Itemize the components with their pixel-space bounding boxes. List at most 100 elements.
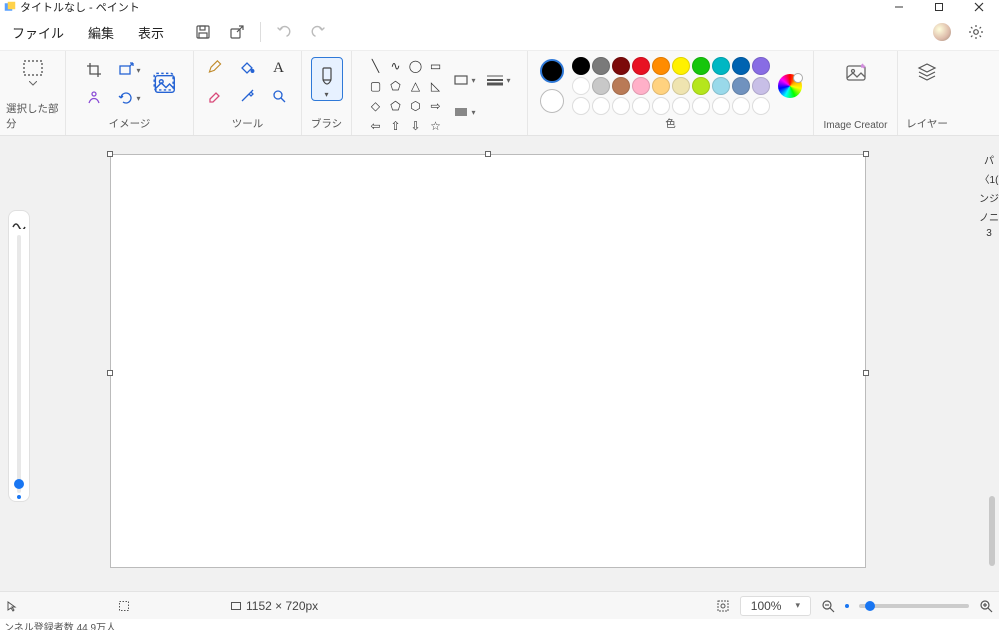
- color-swatch[interactable]: [732, 77, 750, 95]
- color-swatch-empty[interactable]: [572, 97, 590, 115]
- shape-arrow-down[interactable]: ⇩: [407, 117, 425, 135]
- shape-roundrect[interactable]: ▢: [367, 77, 385, 95]
- vertical-scrollbar[interactable]: [985, 146, 997, 581]
- shape-hexagon[interactable]: ⬡: [407, 97, 425, 115]
- color1-swatch[interactable]: [540, 59, 564, 83]
- shape-triangle[interactable]: △: [407, 77, 425, 95]
- image-creator-button[interactable]: [838, 57, 874, 89]
- color-swatch-empty[interactable]: [652, 97, 670, 115]
- fit-to-window-button[interactable]: [716, 599, 730, 613]
- selection-tool[interactable]: [16, 57, 50, 88]
- color-swatch[interactable]: [712, 77, 730, 95]
- resize-button[interactable]: ▾: [116, 59, 144, 81]
- tools-label: ツール: [232, 116, 264, 131]
- shape-arrow-right[interactable]: ⇨: [427, 97, 445, 115]
- shape-rect[interactable]: ▭: [427, 57, 445, 75]
- color-swatch[interactable]: [692, 57, 710, 75]
- color-swatch[interactable]: [712, 57, 730, 75]
- text-tool[interactable]: A: [265, 57, 293, 79]
- import-image-button[interactable]: [152, 60, 180, 108]
- shape-polygon[interactable]: ⬠: [387, 77, 405, 95]
- color-swatch[interactable]: [612, 57, 630, 75]
- color-swatch-empty[interactable]: [732, 97, 750, 115]
- stroke-width-button[interactable]: ▾: [485, 69, 513, 91]
- shape-pentagon[interactable]: ⬠: [387, 97, 405, 115]
- settings-button[interactable]: [959, 15, 993, 49]
- eraser-tool[interactable]: [201, 85, 229, 107]
- color-swatch[interactable]: [752, 57, 770, 75]
- close-button[interactable]: [959, 0, 999, 14]
- color-swatch-empty[interactable]: [612, 97, 630, 115]
- bottom-strip: ンネル登録者数 44.9万人: [0, 619, 999, 630]
- zoom-slider-min: [845, 604, 849, 608]
- redo-button[interactable]: [301, 15, 335, 49]
- brush-size-slider[interactable]: [8, 210, 30, 502]
- resize-handle-tm[interactable]: [485, 151, 491, 157]
- zoom-slider[interactable]: [859, 604, 969, 608]
- color-swatch-empty[interactable]: [752, 97, 770, 115]
- bottom-text: ンネル登録者数 44.9万人: [4, 623, 116, 630]
- zoom-value: 100%: [751, 599, 782, 613]
- layers-button[interactable]: [910, 57, 944, 87]
- color-swatch[interactable]: [672, 77, 690, 95]
- color-swatch[interactable]: [652, 77, 670, 95]
- fill-tool[interactable]: [233, 57, 261, 79]
- remove-bg-button[interactable]: [80, 87, 108, 109]
- user-avatar[interactable]: [933, 23, 951, 41]
- color-swatch-empty[interactable]: [592, 97, 610, 115]
- shape-diamond[interactable]: ◇: [367, 97, 385, 115]
- rotate-button[interactable]: ▾: [116, 87, 144, 109]
- crop-button[interactable]: [80, 59, 108, 81]
- eyedropper-tool[interactable]: [233, 85, 261, 107]
- color-swatch[interactable]: [572, 57, 590, 75]
- minimize-button[interactable]: [879, 0, 919, 14]
- shape-arrow-left[interactable]: ⇦: [367, 117, 385, 135]
- shape-outline-button[interactable]: ▾: [451, 69, 479, 91]
- shape-line[interactable]: ╲: [367, 57, 385, 75]
- zoom-in-button[interactable]: [979, 599, 993, 613]
- zoom-combo[interactable]: 100% ▾: [740, 596, 811, 616]
- magnifier-tool[interactable]: [265, 85, 293, 107]
- color-swatch[interactable]: [612, 77, 630, 95]
- save-button[interactable]: [186, 15, 220, 49]
- resize-handle-ml[interactable]: [107, 370, 113, 376]
- color-swatch[interactable]: [672, 57, 690, 75]
- resize-handle-mr[interactable]: [863, 370, 869, 376]
- color-swatch[interactable]: [572, 77, 590, 95]
- shape-oval[interactable]: ◯: [407, 57, 425, 75]
- shape-star[interactable]: ☆: [427, 117, 445, 135]
- image-creator-label: Image Creator: [824, 120, 888, 131]
- shape-curve[interactable]: ∿: [387, 57, 405, 75]
- brushes-button[interactable]: ▾: [311, 57, 343, 101]
- shape-rtriangle[interactable]: ◺: [427, 77, 445, 95]
- shape-fill-button[interactable]: ▾: [451, 101, 479, 123]
- color-swatch[interactable]: [692, 77, 710, 95]
- zoom-out-button[interactable]: [821, 599, 835, 613]
- resize-handle-tr[interactable]: [863, 151, 869, 157]
- shape-arrow-up[interactable]: ⇧: [387, 117, 405, 135]
- color-swatch[interactable]: [592, 77, 610, 95]
- shapes-gallery[interactable]: ╲ ∿ ◯ ▭ ▢ ⬠ △ ◺ ◇ ⬠ ⬡ ⇨ ⇦ ⇧ ⇩ ☆: [367, 57, 445, 135]
- color-swatch-empty[interactable]: [672, 97, 690, 115]
- color-swatch[interactable]: [752, 77, 770, 95]
- menu-file[interactable]: ファイル: [0, 14, 76, 50]
- pencil-tool[interactable]: [201, 57, 229, 79]
- undo-button[interactable]: [267, 15, 301, 49]
- maximize-button[interactable]: [919, 0, 959, 14]
- color2-swatch[interactable]: [540, 89, 564, 113]
- color-swatch-empty[interactable]: [692, 97, 710, 115]
- share-button[interactable]: [220, 15, 254, 49]
- color-swatch[interactable]: [592, 57, 610, 75]
- canvas-size: 1152 × 720px: [230, 599, 318, 613]
- color-swatch[interactable]: [732, 57, 750, 75]
- canvas[interactable]: [110, 154, 866, 568]
- color-swatch[interactable]: [632, 57, 650, 75]
- color-swatch[interactable]: [652, 57, 670, 75]
- color-swatch-empty[interactable]: [712, 97, 730, 115]
- menu-edit[interactable]: 編集: [76, 14, 126, 50]
- color-swatch[interactable]: [632, 77, 650, 95]
- color-swatch-empty[interactable]: [632, 97, 650, 115]
- edit-colors-button[interactable]: [778, 74, 802, 98]
- resize-handle-tl[interactable]: [107, 151, 113, 157]
- menu-view[interactable]: 表示: [126, 14, 176, 50]
